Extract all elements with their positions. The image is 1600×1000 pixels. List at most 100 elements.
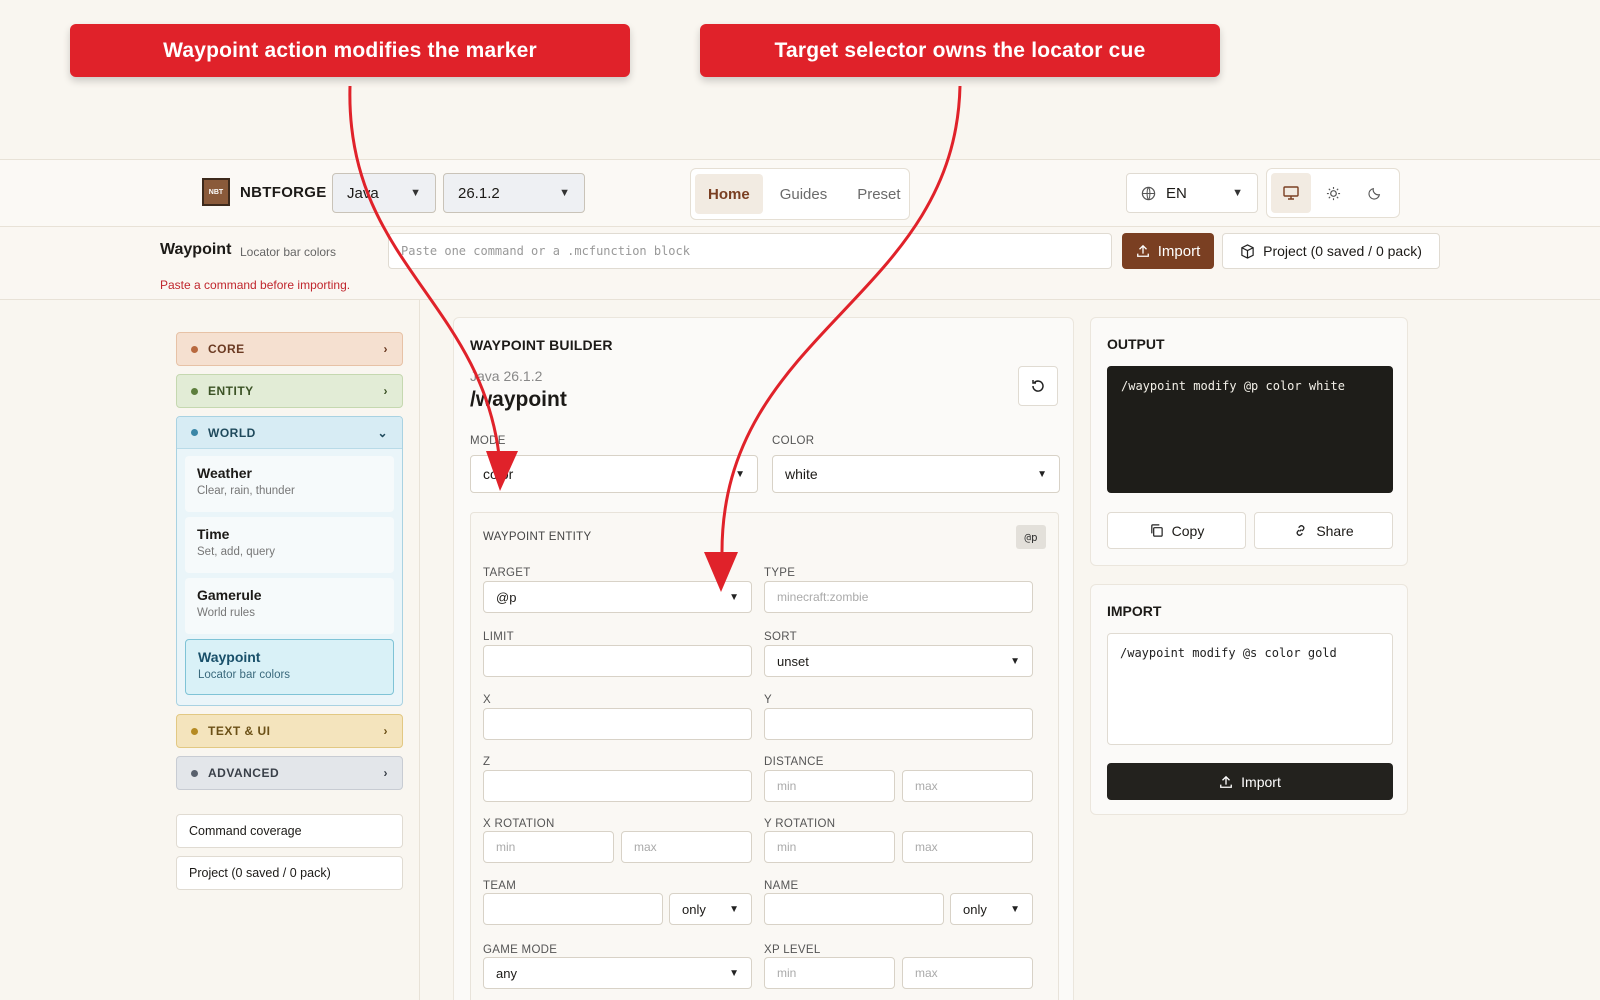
brand-name[interactable]: NBTFORGE <box>240 184 327 201</box>
sort-select[interactable]: unset ▼ <box>764 645 1033 677</box>
chevron-right-icon: › <box>383 724 388 738</box>
tab-preset[interactable]: Preset <box>844 174 913 214</box>
import-submit-button[interactable]: Import <box>1107 763 1393 800</box>
category-dot-icon <box>191 387 198 395</box>
theme-switcher <box>1266 168 1400 218</box>
import-error-message: Paste a command before importing. <box>160 278 351 292</box>
chevron-down-icon: ▼ <box>735 468 745 480</box>
chevron-down-icon: ⌄ <box>377 425 388 440</box>
builder-title: WAYPOINT BUILDER <box>470 337 613 353</box>
project-button[interactable]: Project (0 saved / 0 pack) <box>1222 233 1440 269</box>
y-rotation-max-input[interactable]: max <box>902 831 1033 863</box>
y-rotation-min-input[interactable]: min <box>764 831 895 863</box>
distance-max-input[interactable]: max <box>902 770 1033 802</box>
command-coverage-link[interactable]: Command coverage <box>176 814 403 848</box>
page-subtitle: Locator bar colors <box>240 245 337 259</box>
sidebar-item-waypoint[interactable]: Waypoint Locator bar colors <box>185 639 394 695</box>
chevron-down-icon: ▼ <box>1010 903 1020 915</box>
z-input[interactable] <box>483 770 752 802</box>
output-panel: OUTPUT /waypoint modify @p color white C… <box>1090 317 1408 566</box>
x-rotation-max-input[interactable]: max <box>621 831 752 863</box>
y-input[interactable] <box>764 708 1033 740</box>
share-button[interactable]: Share <box>1254 512 1393 549</box>
sidebar-category-text-ui[interactable]: TEXT & UI › <box>176 714 403 748</box>
tab-guides[interactable]: Guides <box>767 174 841 214</box>
sort-label: SORT <box>764 631 797 643</box>
xp-min-input[interactable]: min <box>764 957 895 989</box>
edition-select[interactable]: Java ▼ <box>332 173 436 213</box>
chevron-down-icon: ▼ <box>1037 468 1047 480</box>
paste-command-input[interactable]: Paste one command or a .mcfunction block <box>388 233 1112 269</box>
distance-min-input[interactable]: min <box>764 770 895 802</box>
x-rotation-label: X ROTATION <box>483 818 555 830</box>
xp-level-label: XP LEVEL <box>764 944 821 956</box>
chevron-right-icon: › <box>383 342 388 356</box>
builder-version: Java 26.1.2 <box>470 368 543 384</box>
team-input[interactable] <box>483 893 663 925</box>
builder-command: /waypoint <box>470 388 567 411</box>
waypoint-entity-section: WAYPOINT ENTITY @p TARGET TYPE @p ▼ minec… <box>470 512 1059 1000</box>
sidebar-world-group: WORLD ⌄ Weather Clear, rain, thunder Tim… <box>176 416 403 706</box>
team-label: TEAM <box>483 880 517 892</box>
upload-icon <box>1220 775 1233 788</box>
name-mode-select[interactable]: only ▼ <box>950 893 1033 925</box>
chevron-down-icon: ▼ <box>729 591 739 603</box>
monitor-icon[interactable] <box>1271 173 1311 213</box>
entity-section-title: WAYPOINT ENTITY <box>483 531 592 543</box>
target-select[interactable]: @p ▼ <box>483 581 752 613</box>
sidebar-category-core[interactable]: CORE › <box>176 332 403 366</box>
color-select[interactable]: white ▼ <box>772 455 1060 493</box>
target-label: TARGET <box>483 567 531 579</box>
command-bar: Waypoint Locator bar colors Paste one co… <box>0 227 1600 300</box>
limit-label: LIMIT <box>483 631 514 643</box>
package-icon <box>1241 243 1254 259</box>
sidebar-item-time[interactable]: Time Set, add, query <box>185 517 394 573</box>
sidebar-category-entity[interactable]: ENTITY › <box>176 374 403 408</box>
name-label: NAME <box>764 880 799 892</box>
project-link[interactable]: Project (0 saved / 0 pack) <box>176 856 403 890</box>
xp-max-input[interactable]: max <box>902 957 1033 989</box>
team-mode-select[interactable]: only ▼ <box>669 893 752 925</box>
logo-icon[interactable]: NBT <box>202 178 230 206</box>
link-icon <box>1296 525 1305 536</box>
tab-home[interactable]: Home <box>695 174 763 214</box>
sidebar-item-gamerule[interactable]: Gamerule World rules <box>185 578 394 634</box>
game-mode-select[interactable]: any ▼ <box>483 957 752 989</box>
reset-icon <box>1032 380 1044 392</box>
import-textarea[interactable]: /waypoint modify @s color gold <box>1107 633 1393 745</box>
y-label: Y <box>764 694 772 706</box>
category-dot-icon <box>191 429 198 436</box>
copy-button[interactable]: Copy <box>1107 512 1246 549</box>
waypoint-builder-panel: WAYPOINT BUILDER Java 26.1.2 /waypoint M… <box>453 317 1074 1000</box>
chevron-down-icon: ▼ <box>1010 655 1020 667</box>
sidebar-item-weather[interactable]: Weather Clear, rain, thunder <box>185 456 394 512</box>
moon-icon[interactable] <box>1355 173 1395 213</box>
name-input[interactable] <box>764 893 944 925</box>
sidebar-divider <box>419 300 420 1000</box>
main-tabs: Home Guides Preset <box>690 168 910 220</box>
chevron-down-icon: ▼ <box>559 187 570 199</box>
limit-input[interactable] <box>483 645 752 677</box>
import-button[interactable]: Import <box>1122 233 1214 269</box>
sidebar-category-advanced[interactable]: ADVANCED › <box>176 756 403 790</box>
version-select[interactable]: 26.1.2 ▼ <box>443 173 585 213</box>
type-label: TYPE <box>764 567 796 579</box>
sun-icon[interactable] <box>1313 173 1353 213</box>
game-mode-label: GAME MODE <box>483 944 558 956</box>
x-input[interactable] <box>483 708 752 740</box>
reset-button[interactable] <box>1018 366 1058 406</box>
page-title: Waypoint <box>160 241 232 258</box>
language-select[interactable]: EN ▼ <box>1126 173 1258 213</box>
category-dot-icon <box>191 345 198 353</box>
annotation-callout-target: Target selector owns the locator cue <box>700 24 1220 77</box>
mode-select[interactable]: color ▼ <box>470 455 758 493</box>
globe-icon <box>1141 186 1156 200</box>
import-title: IMPORT <box>1107 603 1162 619</box>
x-rotation-min-input[interactable]: min <box>483 831 614 863</box>
sidebar-category-world[interactable]: WORLD ⌄ <box>177 417 402 449</box>
chevron-down-icon: ▼ <box>410 187 421 199</box>
selector-badge: @p <box>1016 525 1046 549</box>
category-dot-icon <box>191 727 198 735</box>
category-dot-icon <box>191 769 198 777</box>
type-input[interactable]: minecraft:zombie <box>764 581 1033 613</box>
